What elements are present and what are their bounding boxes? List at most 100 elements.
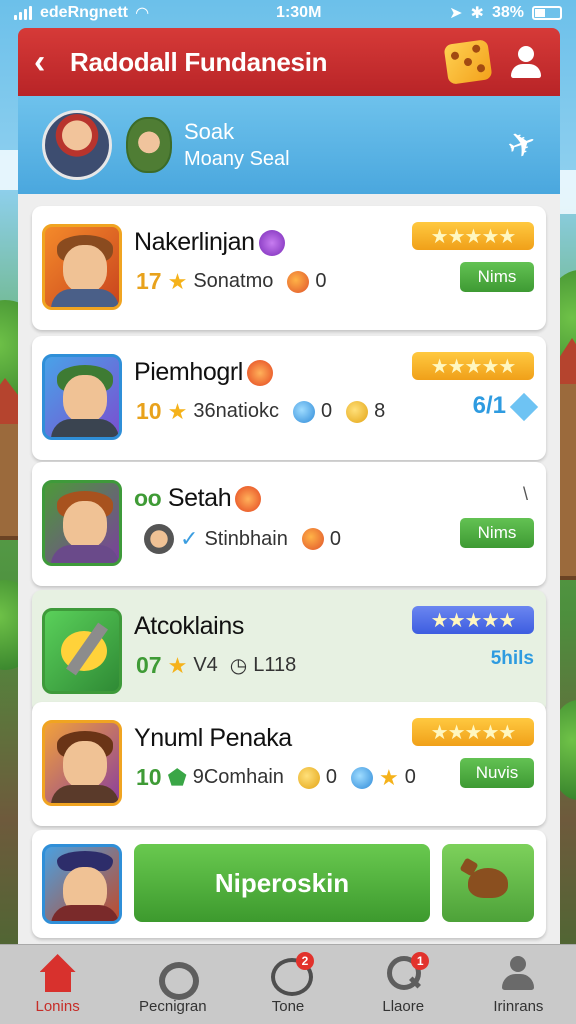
friend-avatar-small: [144, 524, 174, 554]
stat-label-2: L118: [253, 654, 297, 676]
purple-gem-icon: [258, 230, 285, 257]
clock-icon: ◷: [229, 655, 248, 677]
coin-icon: [301, 528, 324, 550]
friend-avatar[interactable]: [126, 117, 172, 173]
carrier-label: edeRngnett: [40, 4, 128, 21]
nav-label: Lonins: [35, 998, 80, 1015]
clock: 1:30M: [276, 4, 322, 21]
notification-badge: 1: [411, 952, 430, 970]
rating-stars: ★★★★★: [412, 352, 534, 380]
gem-icon: [292, 400, 315, 423]
coin-count: 0: [315, 270, 327, 292]
friends-panel: Soak Moany Seal ✈: [18, 96, 560, 194]
list-item[interactable]: Ynuml Penaka 10 ⬟ 9Comhain 0 ★ 0 ★★★★★ N…: [32, 702, 546, 826]
game-stats: 17 ★ Sonatmo 0: [136, 268, 327, 295]
coin-count: 0: [325, 766, 338, 788]
nav-item-games[interactable]: Pecnigran: [115, 945, 230, 1024]
player-avatar[interactable]: [42, 110, 112, 180]
level-value: 10: [136, 764, 162, 790]
stat-label: V4: [193, 654, 218, 676]
nav-item-profile[interactable]: Irinrans: [461, 945, 576, 1024]
game-thumbnail: [42, 720, 122, 806]
chat-icon: 2: [268, 952, 314, 996]
person-icon: [498, 954, 538, 994]
smile-badge-icon: [246, 360, 273, 387]
level-value: 07: [136, 652, 162, 678]
options-mark[interactable]: \: [523, 484, 528, 505]
list-item[interactable]: Nakerlinjan 17 ★ Sonatmo 0 ★★★★★ Nims: [32, 206, 546, 330]
game-stats: ✓ Stinbhain 0: [136, 524, 341, 554]
rating-stars: ★★★★★: [412, 606, 534, 634]
list-item[interactable]: Atcoklains 07 ★ V4 ◷ L118 ★★★★★ 5hils: [32, 590, 546, 714]
nav-label: Pecnigran: [139, 998, 207, 1015]
list-item[interactable]: Piemhogrl 10 ★ 36natiokc 0 8 ★★★★★ 6/1: [32, 336, 546, 460]
details-link[interactable]: 5hils: [491, 648, 534, 670]
primary-cta-button[interactable]: Niperoskin: [134, 844, 430, 922]
nav-item-home[interactable]: Lonins: [0, 945, 115, 1024]
stat-label: Sonatmo: [193, 270, 274, 292]
coin-icon: [297, 766, 320, 789]
battery-icon: [531, 6, 562, 20]
back-button[interactable]: ‹: [34, 45, 64, 79]
stat-label: Stinbhain: [204, 527, 288, 550]
game-thumbnail: [42, 844, 122, 924]
nav-item-search[interactable]: 1 Llaore: [346, 945, 461, 1024]
game-thumbnail: [42, 224, 122, 310]
game-name: Ynuml Penaka: [134, 724, 292, 752]
app-header: ‹ Radodall Fundanesin: [18, 28, 560, 96]
gem-icon: [351, 766, 374, 789]
check-icon: ✓: [180, 526, 199, 551]
nav-label: Irinrans: [493, 998, 544, 1015]
game-list: Nakerlinjan 17 ★ Sonatmo 0 ★★★★★ Nims Pi…: [18, 194, 560, 946]
game-thumbnail: [42, 480, 122, 566]
gamepad-icon: [153, 954, 199, 1000]
panel-subtitle: Moany Seal: [184, 148, 290, 171]
progress-value: 6/1: [473, 392, 539, 421]
shield-icon: ⬟: [167, 764, 187, 790]
extra-count: 8: [374, 400, 386, 422]
send-icon[interactable]: ✈: [502, 121, 542, 168]
home-icon: [38, 954, 78, 994]
level-icon: oo: [134, 485, 162, 511]
play-button[interactable]: Nuvis: [460, 758, 534, 788]
game-stats: 10 ★ 36natiokc 0 8: [136, 398, 385, 425]
coin-icon: [346, 400, 369, 423]
cta-card: Niperoskin: [32, 830, 546, 938]
bluetooth-icon: ✱: [470, 5, 484, 22]
wifi-icon: ◠: [136, 5, 149, 22]
game-name: Piemhogrl: [134, 358, 273, 387]
game-name: Atcoklains: [134, 612, 244, 640]
notification-badge: 2: [296, 952, 314, 970]
nav-item-chat[interactable]: 2 Tone: [230, 945, 345, 1024]
game-thumbnail: [42, 354, 122, 440]
play-button[interactable]: Nims: [460, 518, 534, 548]
game-name: oo Setah: [134, 484, 262, 513]
stat-label: 36natiokc: [193, 400, 279, 422]
star-icon: ★: [167, 652, 188, 678]
status-bar: edeRngnett ◠ 1:30M ➤ ✱ 38%: [0, 0, 576, 26]
page-title: Radodall Fundanesin: [70, 46, 328, 77]
nav-label: Llaore: [382, 998, 425, 1015]
bottom-nav: Lonins Pecnigran 2 Tone 1 Llaore Irinran…: [0, 944, 576, 1024]
star-icon: ★: [167, 268, 188, 294]
nav-label: Tone: [271, 998, 305, 1015]
pet-icon: [468, 868, 508, 898]
smile-badge-icon: [235, 486, 262, 513]
signal-icon: [14, 6, 32, 20]
search-icon: 1: [383, 952, 430, 994]
coin-count: 0: [329, 527, 341, 550]
coin-icon: [287, 270, 310, 293]
battery-level: 38%: [491, 4, 524, 21]
game-name: Nakerlinjan: [134, 228, 285, 257]
rating-stars: ★★★★★: [412, 718, 534, 746]
list-item[interactable]: oo Setah ✓ Stinbhain 0 \ Nims: [32, 462, 546, 586]
play-button[interactable]: Nims: [460, 262, 534, 292]
coin-count: 0: [320, 400, 333, 422]
rating-stars: ★★★★★: [412, 222, 534, 250]
pet-button[interactable]: [442, 844, 534, 922]
dice-icon[interactable]: [443, 39, 493, 85]
profile-icon[interactable]: [508, 44, 544, 80]
game-stats: 07 ★ V4 ◷ L118: [136, 652, 296, 679]
game-stats: 10 ⬟ 9Comhain 0 ★ 0: [136, 764, 416, 791]
stat-label: 9Comhain: [192, 766, 284, 788]
